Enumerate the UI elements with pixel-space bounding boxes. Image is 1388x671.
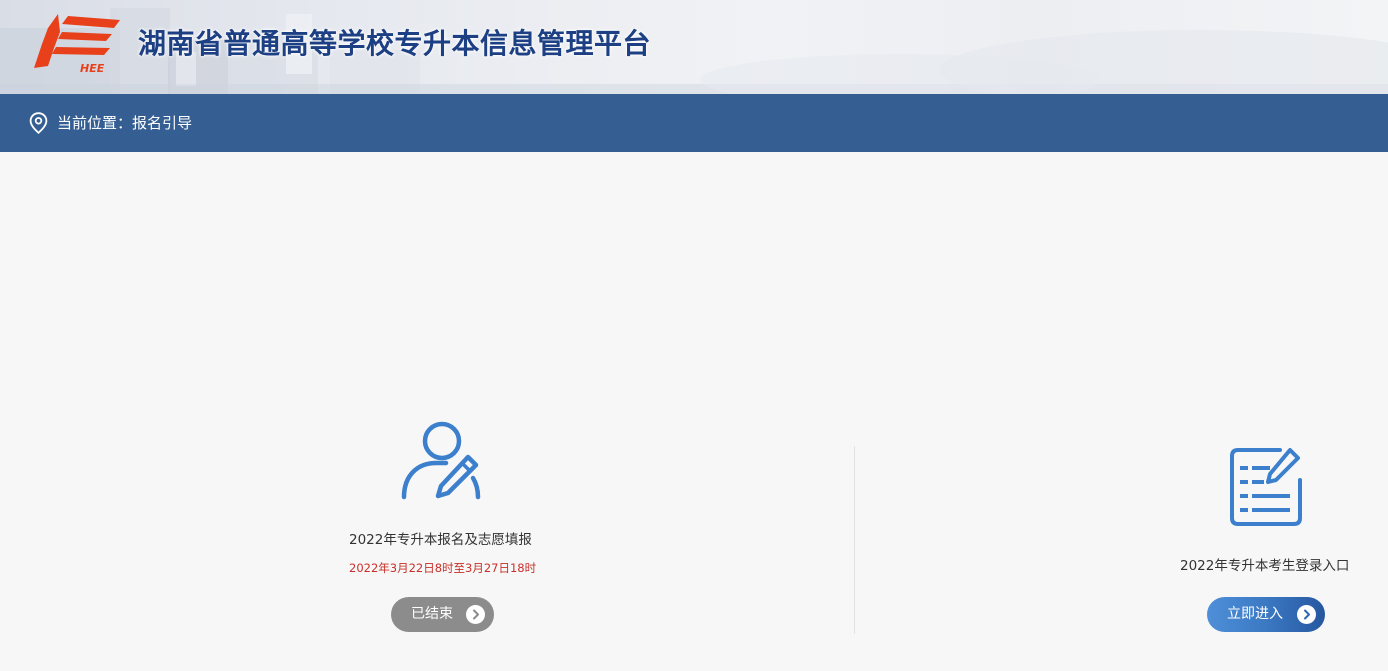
card-divider — [854, 446, 855, 634]
logo-text: HEE — [80, 62, 105, 74]
location-pin-icon — [29, 112, 48, 134]
form-edit-icon — [1230, 448, 1302, 526]
chevron-right-icon — [466, 605, 485, 624]
ended-button-label: 已结束 — [411, 606, 453, 622]
site-logo: HEE — [34, 14, 120, 74]
chevron-right-icon — [1297, 605, 1316, 624]
enter-button-label: 立即进入 — [1227, 606, 1283, 622]
card-title-login: 2022年专升本考生登录入口 — [1180, 558, 1350, 574]
user-edit-icon — [401, 421, 481, 500]
breadcrumb: 当前位置：报名引导 — [0, 94, 1388, 152]
enter-button[interactable]: 立即进入 — [1207, 597, 1325, 632]
ended-button[interactable]: 已结束 — [391, 597, 494, 632]
header-banner: HEE 湖南省普通高等学校专升本信息管理平台 — [0, 0, 1388, 94]
breadcrumb-text: 当前位置：报名引导 — [57, 114, 193, 132]
card-time-registration: 2022年3月22日8时至3月27日18时 — [349, 561, 537, 575]
card-title-registration: 2022年专升本报名及志愿填报 — [349, 532, 532, 548]
site-title: 湖南省普通高等学校专升本信息管理平台 — [138, 27, 652, 60]
